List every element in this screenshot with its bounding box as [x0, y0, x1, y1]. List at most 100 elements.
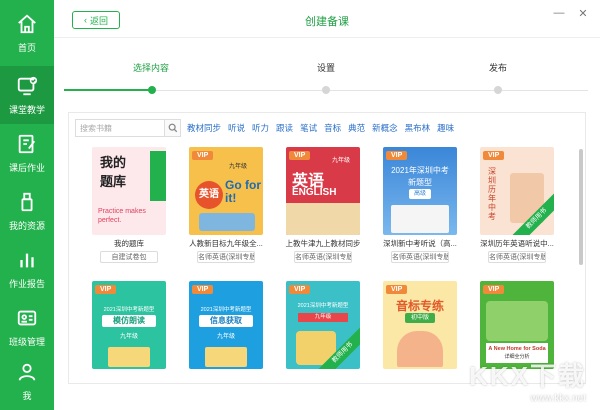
- cover-title: 模仿朗读: [102, 315, 156, 327]
- bar-chart-icon: [15, 248, 39, 272]
- book-card[interactable]: VIP 2021年深圳中考 新题型 高级 深圳新中考听说（高... 名师英语(深…: [380, 147, 460, 263]
- vip-badge: VIP: [289, 151, 311, 160]
- usb-drive-icon: [15, 190, 39, 214]
- cover-series: 2021深圳中考新题型: [200, 307, 252, 313]
- book-title: 深圳新中考听说（高...: [383, 239, 457, 248]
- id-card-icon: [15, 306, 39, 330]
- cover-title: 题库: [100, 174, 127, 189]
- step-dot: [322, 86, 330, 94]
- book-badge: 名师英语(深圳专版): [294, 251, 352, 263]
- close-icon[interactable]: ✕: [576, 6, 590, 20]
- book-cover: VIP 2021深圳中考新题型 九年级 教师用书: [286, 281, 360, 369]
- cover-grade: 九年级: [229, 164, 248, 170]
- cover-level: 高级: [409, 189, 431, 199]
- filter-toolbar: 搜索书籍 教材同步 听说 听力 跟读 笔试 音标 典范 新概念 黑布林 趣味: [75, 119, 461, 137]
- book-badge: 名师英语(深圳专版): [488, 251, 546, 263]
- filter-textbook-sync[interactable]: 教材同步: [187, 122, 221, 134]
- step-label-select-content: 选择内容: [132, 63, 170, 73]
- step-dot-active: [148, 86, 156, 94]
- cover-subtitle: 详细全分析: [504, 354, 530, 360]
- book-cover: 我的 题库 Practice makes perfect.: [92, 147, 166, 235]
- sidebar-item-class-management[interactable]: 班级管理: [0, 298, 54, 356]
- search-input[interactable]: 搜索书籍: [75, 119, 165, 137]
- sidebar-item-label: 首页: [17, 43, 36, 53]
- filter-black-cat[interactable]: 黑布林: [405, 122, 431, 134]
- cover-subtitle: 初中版: [405, 313, 435, 323]
- sidebar-item-homework[interactable]: 课后作业: [0, 124, 54, 182]
- cover-subtitle: Practice makes perfect.: [98, 208, 146, 224]
- book-cover: VIP 音标专练 初中版: [383, 281, 457, 369]
- main-panel: ‹ 返回 创建备课 — ✕ 选择内容 设置 发布 搜索书籍 教材同步 听说 听力…: [54, 0, 600, 410]
- cover-art: [286, 203, 360, 235]
- sidebar-item-home[interactable]: 首页: [0, 4, 54, 62]
- book-card[interactable]: VIP 英语 ENGLISH 九年级 上教牛津九上教材同步 名师英语(深圳专版): [283, 147, 363, 263]
- book-card[interactable]: VIP A New Home for Soda 详细全分析: [477, 281, 557, 369]
- sidebar-item-label: 课堂教学: [8, 105, 45, 115]
- cover-title: A New Home for Soda: [488, 346, 546, 352]
- cover-art: [108, 347, 150, 367]
- vip-badge: VIP: [483, 151, 505, 160]
- book-card[interactable]: VIP 2021深圳中考新题型 模仿朗读 九年级: [89, 281, 169, 369]
- cover-art: [391, 205, 449, 233]
- scrollbar[interactable]: [579, 149, 583, 265]
- filter-fun[interactable]: 趣味: [437, 122, 454, 134]
- sidebar-item-label: 我的资源: [8, 221, 45, 231]
- home-icon: [15, 12, 39, 36]
- book-badge: 名师英语(深圳专版): [391, 251, 449, 263]
- book-card[interactable]: VIP 深圳历年中考 教师用书 深圳历年英语听说中... 名师英语(深圳专版): [477, 147, 557, 263]
- filter-read-along[interactable]: 跟读: [276, 122, 293, 134]
- filter-listening[interactable]: 听力: [252, 122, 269, 134]
- book-cover: VIP 2021年深圳中考 新题型 高级: [383, 147, 457, 235]
- step-dot: [494, 86, 502, 94]
- filter-listen-speak[interactable]: 听说: [228, 122, 245, 134]
- book-title: 我的题库: [114, 239, 144, 248]
- vip-badge: VIP: [192, 151, 214, 160]
- watermark-url: www.kkx.net: [530, 393, 586, 404]
- sidebar-item-resources[interactable]: 我的资源: [0, 182, 54, 240]
- step-progress: 选择内容 设置 发布: [54, 44, 600, 100]
- sidebar-item-me[interactable]: 我: [0, 352, 54, 410]
- cover-title: 深圳历年中考: [488, 167, 496, 221]
- homework-icon: [15, 132, 39, 156]
- filter-written-test[interactable]: 笔试: [300, 122, 317, 134]
- search-button[interactable]: [165, 119, 181, 137]
- step-label-publish: 发布: [488, 63, 508, 73]
- filter-new-concept[interactable]: 新概念: [372, 122, 398, 134]
- cover-art: [486, 301, 548, 341]
- cover-title: 我的: [100, 155, 127, 170]
- vip-badge: VIP: [386, 151, 408, 160]
- book-card[interactable]: VIP 音标专练 初中版: [380, 281, 460, 369]
- sidebar-item-label: 作业报告: [8, 279, 45, 289]
- sidebar-item-classroom[interactable]: 课堂教学: [0, 66, 54, 124]
- vip-badge: VIP: [95, 285, 117, 294]
- user-icon: [15, 360, 39, 384]
- cover-title: 音标专练: [395, 299, 444, 313]
- cover-grade: 九年级: [119, 334, 138, 340]
- book-cover: VIP 2021深圳中考新题型 信息获取 九年级: [189, 281, 263, 369]
- cover-art: [199, 213, 255, 231]
- minimize-icon[interactable]: —: [552, 6, 566, 20]
- filter-phonetics[interactable]: 音标: [324, 122, 341, 134]
- book-card[interactable]: VIP 九年级 英语 Go for it! 人教新目标九年级全... 名师英语(…: [186, 147, 266, 263]
- cover-grade: 九年级: [298, 313, 348, 322]
- book-card[interactable]: 我的 题库 Practice makes perfect. 我的题库 自建试卷包: [89, 147, 169, 263]
- sidebar-item-reports[interactable]: 作业报告: [0, 240, 54, 298]
- filter-dianfan[interactable]: 典范: [348, 122, 365, 134]
- book-card[interactable]: VIP 2021深圳中考新题型 九年级 教师用书: [283, 281, 363, 369]
- vip-badge: VIP: [386, 285, 408, 294]
- page-title: 创建备课: [305, 16, 349, 28]
- cover-subtitle: ENGLISH: [292, 187, 337, 198]
- book-title: 人教新目标九年级全...: [189, 239, 263, 248]
- book-grid: 我的 题库 Practice makes perfect. 我的题库 自建试卷包…: [69, 143, 579, 383]
- sidebar-item-label: 课后作业: [8, 163, 45, 173]
- book-card[interactable]: VIP 2021深圳中考新题型 信息获取 九年级: [186, 281, 266, 369]
- vip-badge: VIP: [483, 285, 505, 294]
- cover-grade: 九年级: [332, 158, 351, 164]
- search-icon: [168, 123, 177, 133]
- step-line: [152, 90, 588, 91]
- cover-grade: 九年级: [216, 334, 235, 340]
- cover-stripe: [150, 151, 166, 201]
- book-cover: VIP 九年级 英语 Go for it!: [189, 147, 263, 235]
- step-label-settings: 设置: [316, 63, 336, 73]
- cover-label-box: A New Home for Soda 详细全分析: [486, 343, 548, 363]
